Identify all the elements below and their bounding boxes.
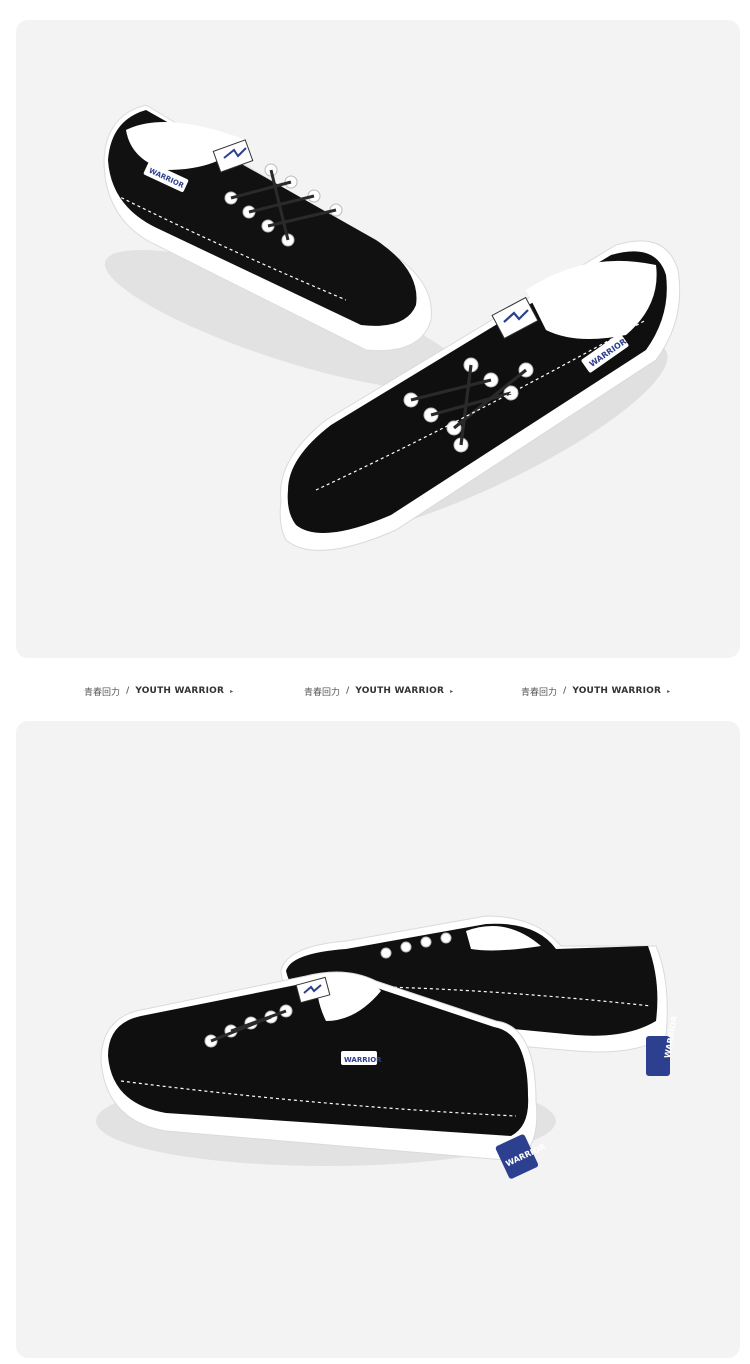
sneaker-pair-bottom-illustration: WARRIOR WARRIOR WARRIOR — [96, 915, 679, 1179]
caption-arrow-icon: ▸ — [667, 687, 671, 695]
caption-strip: 青春回力 / YOUTH WARRIOR ▸ 青春回力 / YOUTH WARR… — [0, 680, 750, 702]
product-photo-bottom: WARRIOR WARRIOR WARRIOR — [16, 721, 740, 1358]
caption-separator: / — [563, 686, 567, 696]
caption-separator: / — [346, 686, 350, 696]
caption-en: YOUTH WARRIOR — [135, 686, 225, 696]
caption-item: 青春回力 / YOUTH WARRIOR ▸ — [304, 680, 453, 702]
caption-en: YOUTH WARRIOR — [572, 686, 662, 696]
front-shoe-side-label: WARRIOR — [344, 1056, 382, 1064]
caption-cn: 青春回力 — [521, 687, 558, 698]
caption-en: YOUTH WARRIOR — [355, 686, 445, 696]
caption-cn: 青春回力 — [84, 687, 121, 698]
caption-arrow-icon: ▸ — [450, 687, 454, 695]
caption-arrow-icon: ▸ — [230, 687, 234, 695]
caption-item: 青春回力 / YOUTH WARRIOR ▸ — [84, 680, 233, 702]
caption-separator: / — [126, 686, 130, 696]
caption-item: 青春回力 / YOUTH WARRIOR ▸ — [521, 680, 670, 702]
sneaker-pair-top-illustration: WARRIOR WARRIOR — [103, 104, 681, 551]
caption-cn: 青春回力 — [304, 687, 341, 698]
product-photo-top: WARRIOR WARRIOR — [16, 20, 740, 658]
